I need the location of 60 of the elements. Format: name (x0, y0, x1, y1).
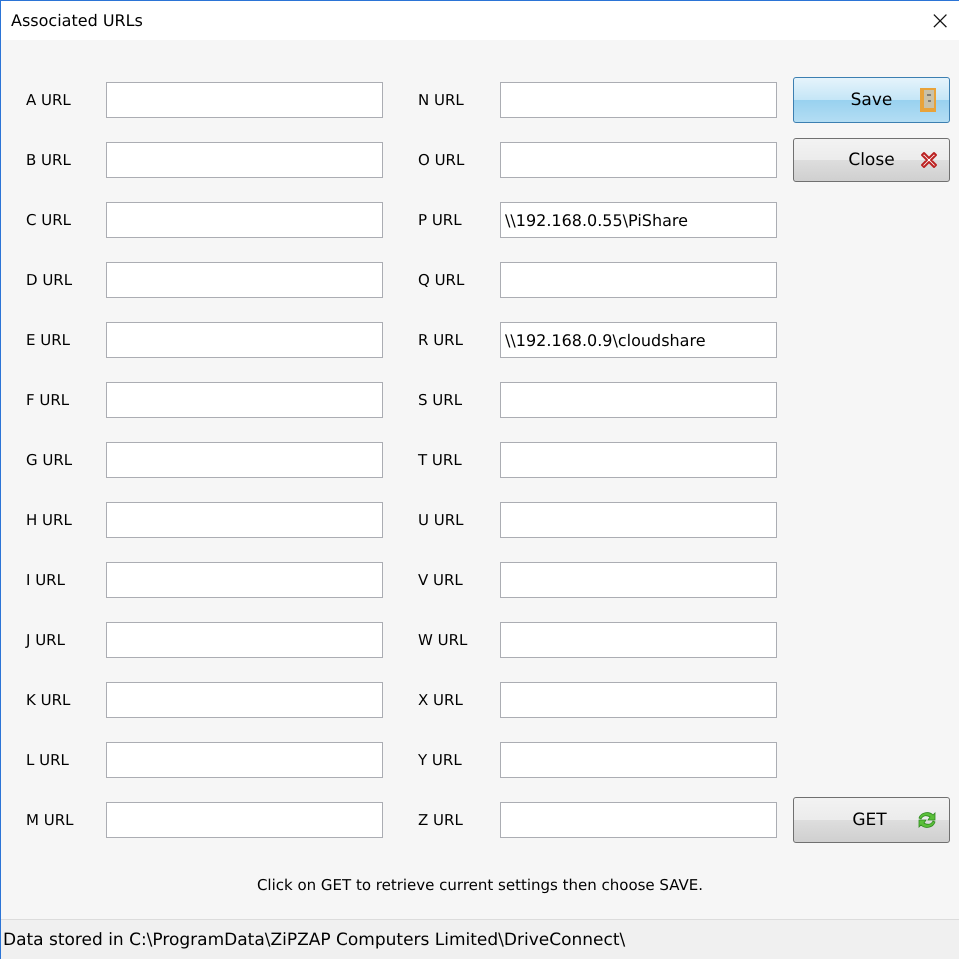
url-field[interactable] (106, 562, 383, 598)
get-button[interactable]: GET (793, 797, 950, 843)
field-label: N URL (418, 91, 465, 109)
url-field[interactable]: \\192.168.0.55\PiShare (500, 202, 777, 238)
url-field[interactable] (500, 262, 777, 298)
url-field[interactable] (106, 142, 383, 178)
save-button[interactable]: Save (793, 77, 950, 123)
field-label: O URL (418, 151, 466, 169)
field-label: X URL (418, 691, 464, 709)
field-label: H URL (26, 511, 73, 529)
url-field[interactable] (106, 502, 383, 538)
hint-text: Click on GET to retrieve current settings then choose SAVE. (256, 875, 704, 896)
url-field[interactable] (500, 802, 777, 838)
url-field[interactable] (500, 622, 777, 658)
field-label: F URL (26, 391, 70, 409)
url-field[interactable] (106, 202, 383, 238)
field-label: J URL (26, 631, 66, 649)
field-label: D URL (26, 271, 74, 289)
field-label: K URL (26, 691, 72, 709)
url-field[interactable] (500, 142, 777, 178)
field-label: P URL (418, 211, 463, 229)
field-label: M URL (26, 811, 74, 829)
url-field[interactable] (106, 322, 383, 358)
url-field[interactable] (500, 442, 777, 478)
field-label: U URL (418, 511, 465, 529)
close-button[interactable]: Close (793, 138, 950, 182)
url-field[interactable] (500, 382, 777, 418)
url-field[interactable] (106, 262, 383, 298)
field-label: W URL (418, 631, 468, 649)
close-icon (919, 150, 939, 170)
field-label: E URL (26, 331, 72, 349)
url-field[interactable] (500, 82, 777, 118)
url-field[interactable] (106, 622, 383, 658)
url-field[interactable] (500, 682, 777, 718)
url-field[interactable] (106, 802, 383, 838)
url-field[interactable] (500, 502, 777, 538)
close-icon[interactable]: × (929, 8, 951, 34)
field-label: S URL (418, 391, 464, 409)
field-label: A URL (26, 91, 72, 109)
url-field[interactable]: \\192.168.0.9\cloudshare (500, 322, 777, 358)
field-label: I URL (26, 571, 66, 589)
url-field[interactable] (106, 82, 383, 118)
field-label: C URL (26, 211, 72, 229)
url-field[interactable] (106, 742, 383, 778)
field-label: Z URL (418, 811, 464, 829)
field-label: V URL (418, 571, 464, 589)
field-label: Y URL (418, 751, 463, 769)
field-label: G URL (26, 451, 74, 469)
field-label: R URL (418, 331, 464, 349)
url-field[interactable] (106, 382, 383, 418)
field-label: Q URL (418, 271, 466, 289)
door-icon (919, 87, 939, 113)
url-field[interactable] (500, 562, 777, 598)
field-label: L URL (26, 751, 70, 769)
url-field[interactable] (106, 682, 383, 718)
window-title: Associated URLs (11, 11, 143, 30)
field-label: T URL (418, 451, 463, 469)
url-field[interactable] (106, 442, 383, 478)
url-field[interactable] (500, 742, 777, 778)
field-label: B URL (26, 151, 72, 169)
